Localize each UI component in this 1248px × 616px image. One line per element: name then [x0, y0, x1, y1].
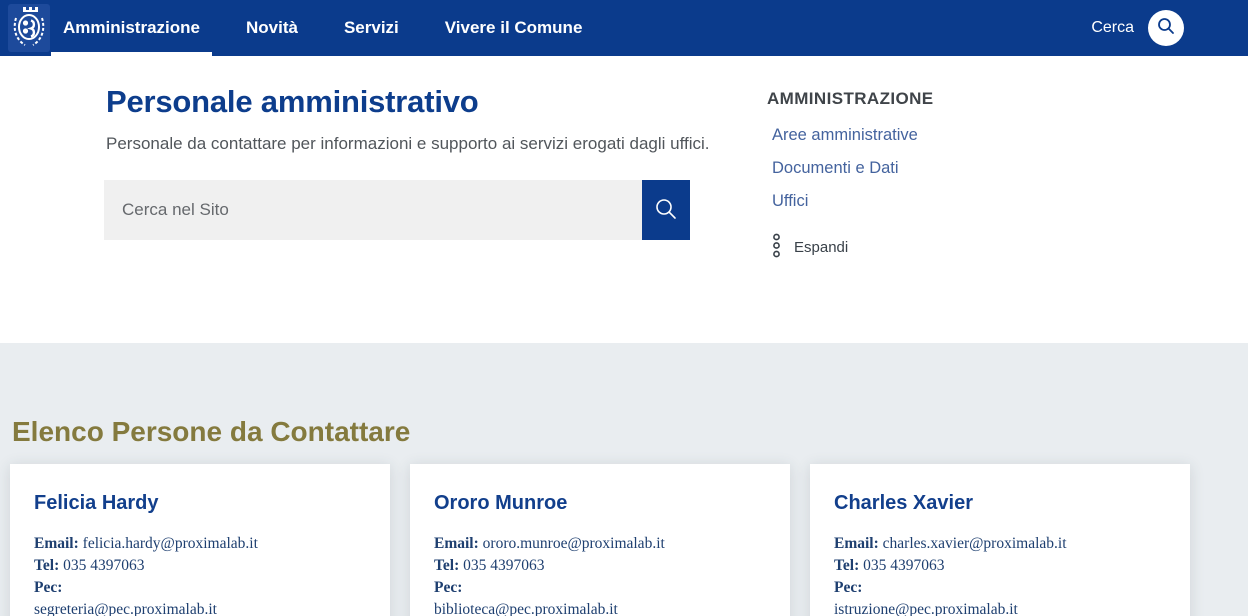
person-contact-details: Email: charles.xavier@proximalab.it Tel:… — [834, 533, 1166, 616]
main-nav: Amministrazione Novità Servizi Vivere il… — [51, 0, 594, 56]
tel-label: Tel: — [434, 557, 459, 574]
crest-icon — [12, 4, 46, 53]
site-search-bar — [104, 180, 690, 240]
email-row: Email: charles.xavier@proximalab.it — [834, 533, 1166, 555]
top-navbar: Amministrazione Novità Servizi Vivere il… — [0, 0, 1248, 56]
sidebar-link-documenti-e-dati[interactable]: Documenti e Dati — [772, 159, 1007, 178]
nav-item-vivere-il-comune[interactable]: Vivere il Comune — [433, 0, 595, 56]
email-label: Email: — [834, 535, 879, 552]
pec-row: Pec: — [434, 577, 766, 599]
email-row: Email: felicia.hardy@proximalab.it — [34, 533, 366, 555]
person-card: Ororo Munroe Email: ororo.munroe@proxima… — [410, 464, 790, 616]
search-icon — [654, 197, 678, 224]
person-name: Felicia Hardy — [34, 492, 366, 515]
contacts-cards-row: Felicia Hardy Email: felicia.hardy@proxi… — [10, 464, 1190, 616]
pec-label: Pec: — [834, 579, 862, 596]
nav-item-servizi[interactable]: Servizi — [332, 0, 411, 56]
tel-label: Tel: — [834, 557, 859, 574]
contacts-section: Elenco Persone da Contattare Felicia Har… — [0, 343, 1248, 616]
pec-value-row: segreteria@pec.proximalab.it — [34, 599, 366, 616]
pec-row: Pec: — [34, 577, 366, 599]
person-name: Charles Xavier — [834, 492, 1166, 515]
contacts-heading: Elenco Persone da Contattare — [12, 416, 1190, 448]
sidebar-link-aree-amministrative[interactable]: Aree amministrative — [772, 126, 1007, 145]
pec-link[interactable]: segreteria@pec.proximalab.it — [34, 601, 217, 616]
person-card: Felicia Hardy Email: felicia.hardy@proxi… — [10, 464, 390, 616]
pec-value-row: istruzione@pec.proximalab.it — [834, 599, 1166, 616]
page-subtitle: Personale da contattare per informazioni… — [106, 134, 1248, 154]
tel-link[interactable]: 035 4397063 — [463, 557, 544, 574]
municipal-crest-logo[interactable] — [8, 4, 50, 52]
person-contact-details: Email: felicia.hardy@proximalab.it Tel: … — [34, 533, 366, 616]
email-label: Email: — [434, 535, 479, 552]
tel-link[interactable]: 035 4397063 — [63, 557, 144, 574]
pec-label: Pec: — [434, 579, 462, 596]
site-search-input[interactable] — [104, 180, 642, 240]
email-link[interactable]: felicia.hardy@proximalab.it — [83, 535, 258, 552]
nav-search-area: Cerca — [1091, 10, 1184, 46]
tel-label: Tel: — [34, 557, 59, 574]
pec-row: Pec: — [834, 577, 1166, 599]
sidebar-expand-label: Espandi — [794, 239, 848, 256]
person-card: Charles Xavier Email: charles.xavier@pro… — [810, 464, 1190, 616]
person-contact-details: Email: ororo.munroe@proximalab.it Tel: 0… — [434, 533, 766, 616]
sidebar-title: AMMINISTRAZIONE — [767, 89, 1007, 109]
nav-item-novita[interactable]: Novità — [234, 0, 310, 56]
sidebar-expand-button[interactable]: Espandi — [772, 233, 848, 262]
email-row: Email: ororo.munroe@proximalab.it — [434, 533, 766, 555]
tel-row: Tel: 035 4397063 — [834, 555, 1166, 577]
tel-link[interactable]: 035 4397063 — [863, 557, 944, 574]
nav-search-button[interactable] — [1148, 10, 1184, 46]
nav-search-label[interactable]: Cerca — [1091, 19, 1134, 37]
pec-label: Pec: — [34, 579, 62, 596]
nav-item-amministrazione[interactable]: Amministrazione — [51, 0, 212, 56]
site-search-submit-button[interactable] — [642, 180, 690, 240]
pec-link[interactable]: istruzione@pec.proximalab.it — [834, 601, 1018, 616]
pec-value-row: biblioteca@pec.proximalab.it — [434, 599, 766, 616]
email-label: Email: — [34, 535, 79, 552]
tel-row: Tel: 035 4397063 — [34, 555, 366, 577]
email-link[interactable]: ororo.munroe@proximalab.it — [483, 535, 665, 552]
search-icon — [1156, 16, 1176, 41]
section-sidebar: AMMINISTRAZIONE Aree amministrative Docu… — [767, 89, 1007, 262]
person-name: Ororo Munroe — [434, 492, 766, 515]
kebab-dots-icon — [772, 233, 781, 262]
pec-link[interactable]: biblioteca@pec.proximalab.it — [434, 601, 618, 616]
page-title: Personale amministrativo — [106, 84, 1248, 120]
email-link[interactable]: charles.xavier@proximalab.it — [883, 535, 1067, 552]
sidebar-link-uffici[interactable]: Uffici — [772, 192, 1007, 211]
tel-row: Tel: 035 4397063 — [434, 555, 766, 577]
page-header-section: Personale amministrativo Personale da co… — [0, 56, 1248, 343]
